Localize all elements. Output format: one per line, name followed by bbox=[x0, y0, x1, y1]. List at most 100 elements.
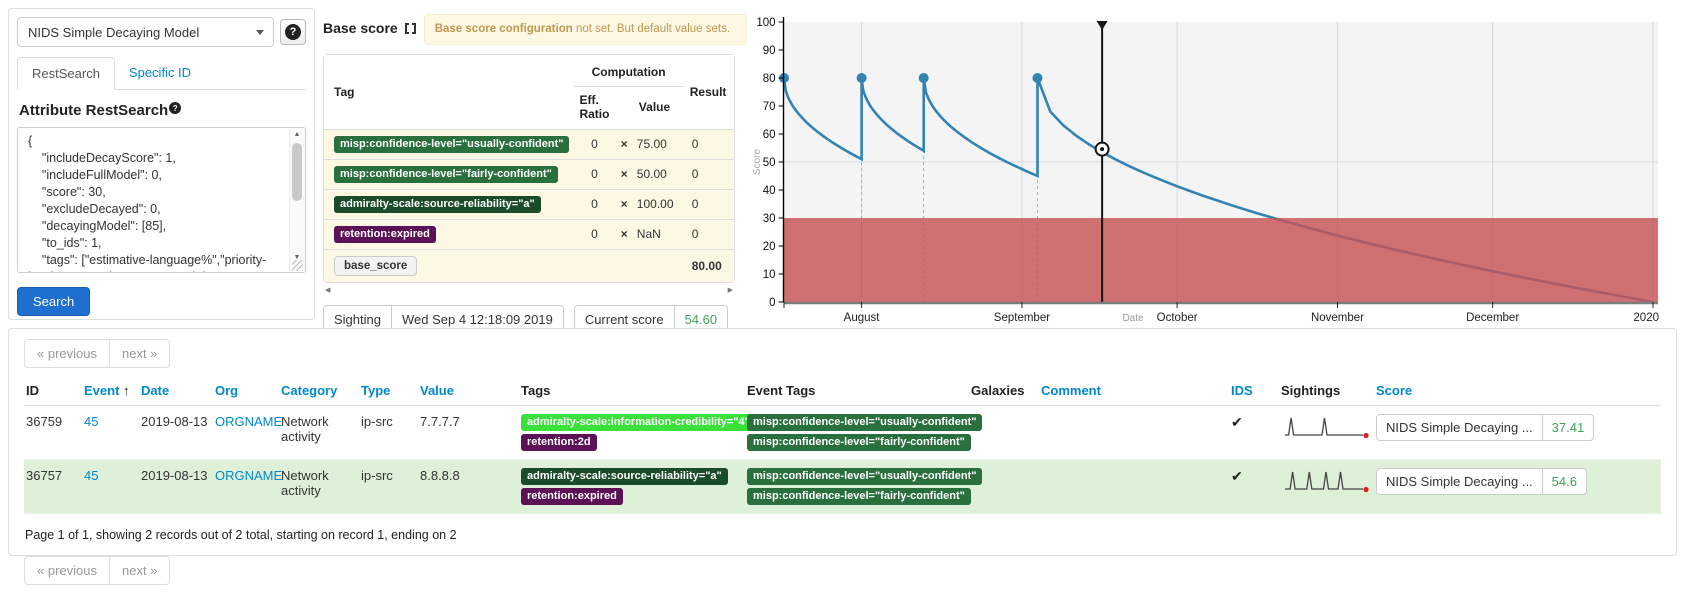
base-score-panel: Base score Base score configuration not … bbox=[323, 14, 747, 334]
svg-text:2020: 2020 bbox=[1633, 312, 1659, 324]
event-link[interactable]: 45 bbox=[84, 468, 98, 483]
score-group: NIDS Simple Decaying ...37.41 bbox=[1376, 414, 1594, 441]
attr-type: ip-src bbox=[359, 406, 418, 460]
textarea-resize-grip[interactable] bbox=[292, 260, 303, 271]
score-model-name: NIDS Simple Decaying ... bbox=[1377, 469, 1542, 494]
svg-text:Date: Date bbox=[1122, 313, 1144, 324]
attr-value: 8.8.8.8 bbox=[418, 460, 519, 514]
column-header-org[interactable]: Org bbox=[213, 376, 279, 406]
column-header-event[interactable]: Event ↑ bbox=[82, 376, 139, 406]
restsearch-query-input[interactable]: { "includeDecayScore": 1, "includeFullMo… bbox=[17, 127, 306, 273]
decay-score-chart[interactable]: 0102030405060708090100ScoreAugustSeptemb… bbox=[700, 8, 1685, 326]
attr-sightings bbox=[1279, 406, 1374, 460]
org-link[interactable]: ORGNAME bbox=[215, 468, 282, 483]
column-header-category[interactable]: Category bbox=[279, 376, 359, 406]
base-score-row: admiralty-scale:source-reliability="a"0×… bbox=[324, 189, 734, 219]
column-header-comment[interactable]: Comment bbox=[1039, 376, 1229, 406]
tag-badge: misp:confidence-level="fairly-confident" bbox=[334, 166, 558, 183]
attr-tags: admiralty-scale:information-credibility=… bbox=[519, 406, 745, 460]
org-link[interactable]: ORGNAME bbox=[215, 414, 282, 429]
attr-tags: admiralty-scale:source-reliability="a"re… bbox=[519, 460, 745, 514]
col-computation: Computation bbox=[573, 55, 683, 87]
tag-badge: retention:2d bbox=[521, 434, 597, 451]
decaying-model-select[interactable]: NIDS Simple Decaying Model bbox=[17, 17, 274, 47]
svg-text:0: 0 bbox=[769, 297, 775, 309]
svg-text:70: 70 bbox=[763, 101, 776, 113]
results-panel: « previous next » IDEvent ↑DateOrgCatego… bbox=[8, 328, 1677, 556]
textarea-scrollbar[interactable]: ▲ ▼ bbox=[289, 129, 304, 271]
column-header-date[interactable]: Date bbox=[139, 376, 213, 406]
next-page-button[interactable]: next » bbox=[109, 556, 170, 585]
threshold-zone bbox=[784, 218, 1659, 302]
column-header-ids[interactable]: IDS bbox=[1229, 376, 1279, 406]
help-button[interactable]: ? bbox=[280, 19, 306, 45]
col-value: Value bbox=[633, 87, 684, 129]
scroll-left-icon[interactable]: ◀ bbox=[325, 286, 330, 294]
score-group: NIDS Simple Decaying ...54.6 bbox=[1376, 468, 1587, 495]
column-header-value[interactable]: Value bbox=[418, 376, 519, 406]
column-header-id: ID bbox=[24, 376, 82, 406]
expand-icon[interactable] bbox=[405, 23, 416, 34]
tag-numeric-value: NaN bbox=[633, 219, 684, 249]
attributes-table: IDEvent ↑DateOrgCategoryTypeValueTagsEve… bbox=[24, 376, 1661, 514]
question-icon: ? bbox=[169, 102, 181, 114]
attr-event-tags: misp:confidence-level="usually-confident… bbox=[745, 406, 969, 460]
scroll-up-icon[interactable]: ▲ bbox=[290, 131, 304, 138]
attr-category: Network activity bbox=[279, 460, 359, 514]
table-row: 36759452019-08-13ORGNAMENetwork activity… bbox=[24, 406, 1661, 460]
score-value: 37.41 bbox=[1542, 415, 1594, 440]
svg-text:100: 100 bbox=[756, 17, 775, 29]
tag-badge: misp:confidence-level="usually-confident… bbox=[334, 136, 569, 153]
attr-value: 7.7.7.7 bbox=[418, 406, 519, 460]
results-summary: Page 1 of 1, showing 2 records out of 2 … bbox=[25, 528, 1661, 542]
tag-numeric-value: 75.00 bbox=[633, 129, 684, 159]
svg-text:50: 50 bbox=[763, 157, 776, 169]
sighting-point bbox=[857, 73, 867, 83]
col-tag: Tag bbox=[324, 55, 573, 129]
restsearch-panel: NIDS Simple Decaying Model ? RestSearch … bbox=[8, 8, 315, 320]
column-header-type[interactable]: Type bbox=[359, 376, 418, 406]
multiply-icon: × bbox=[615, 159, 632, 189]
attr-type: ip-src bbox=[359, 460, 418, 514]
attr-category: Network activity bbox=[279, 406, 359, 460]
attr-date: 2019-08-13 bbox=[139, 460, 213, 514]
sighting-point bbox=[1032, 73, 1042, 83]
previous-page-button[interactable]: « previous bbox=[24, 339, 109, 368]
svg-text:80: 80 bbox=[763, 73, 776, 85]
horizontal-scrollbar[interactable]: ◀ ▶ bbox=[323, 284, 735, 296]
ids-check-icon: ✔ bbox=[1231, 414, 1243, 430]
scrollbar-thumb[interactable] bbox=[292, 143, 302, 201]
event-link[interactable]: 45 bbox=[84, 414, 98, 429]
svg-text:August: August bbox=[844, 312, 881, 324]
chart-x-axis: AugustSeptemberOctoberNovemberDecember20… bbox=[784, 302, 1660, 324]
svg-text:40: 40 bbox=[763, 185, 776, 197]
column-header-score[interactable]: Score bbox=[1374, 376, 1661, 406]
tag-numeric-value: 50.00 bbox=[633, 159, 684, 189]
svg-text:10: 10 bbox=[763, 269, 776, 281]
chevron-down-icon bbox=[256, 30, 264, 35]
multiply-icon: × bbox=[615, 129, 632, 159]
next-page-button[interactable]: next » bbox=[109, 339, 170, 368]
base-score-warning: Base score configuration not set. But de… bbox=[424, 14, 747, 45]
svg-text:30: 30 bbox=[763, 213, 776, 225]
base-score-row: retention:expired0×NaN0 bbox=[324, 219, 734, 249]
search-button[interactable]: Search bbox=[17, 287, 90, 316]
search-tabs: RestSearch Specific ID bbox=[17, 57, 306, 90]
restsearch-query-text: { "includeDecayScore": 1, "includeFullMo… bbox=[18, 128, 288, 272]
attr-comment bbox=[1039, 460, 1229, 514]
tag-badge: admiralty-scale:information-credibility=… bbox=[521, 414, 756, 431]
score-value: 54.6 bbox=[1542, 469, 1586, 494]
svg-text:September: September bbox=[994, 312, 1050, 324]
tag-badge: misp:confidence-level="usually-confident… bbox=[747, 468, 982, 485]
tab-specific-id[interactable]: Specific ID bbox=[115, 57, 205, 89]
svg-text:Score: Score bbox=[752, 149, 763, 176]
previous-page-button[interactable]: « previous bbox=[24, 556, 109, 585]
tag-badge: misp:confidence-level="fairly-confident" bbox=[747, 434, 971, 451]
multiply-icon: × bbox=[615, 189, 632, 219]
svg-text:90: 90 bbox=[763, 45, 776, 57]
tag-badge: misp:confidence-level="fairly-confident" bbox=[747, 488, 971, 505]
svg-text:October: October bbox=[1157, 312, 1198, 324]
column-header-tags: Tags bbox=[519, 376, 745, 406]
base-score-total-row: base_score80.00 bbox=[324, 249, 734, 282]
tab-restsearch[interactable]: RestSearch bbox=[17, 57, 115, 90]
